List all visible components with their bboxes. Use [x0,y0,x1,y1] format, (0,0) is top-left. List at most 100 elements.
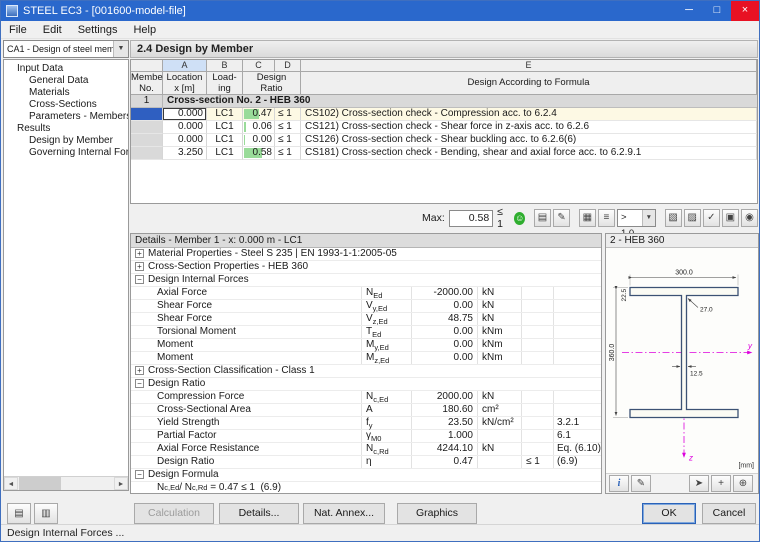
menu-help[interactable]: Help [125,21,164,39]
crosshair-button[interactable]: + [711,475,731,492]
maximize-button[interactable]: □ [703,1,731,21]
toggle-tables-button[interactable]: ▥ [34,503,58,524]
info-button[interactable]: i [609,475,629,492]
details-section-cs-properties: + Cross-Section Properties - HEB 360 [131,261,601,274]
symbol: fy [361,417,411,429]
scroll-right-button[interactable]: ► [114,477,128,490]
cell-loading[interactable]: LC1 [207,108,243,121]
row-selector[interactable] [131,134,163,147]
zoom-button[interactable]: ⊕ [733,475,753,492]
row-selector[interactable] [131,121,163,134]
close-button[interactable]: × [731,1,759,21]
scroll-left-button[interactable]: ◄ [4,477,18,490]
minimize-button[interactable]: ─ [675,1,703,21]
row-selector[interactable] [131,147,163,160]
cell-ratio[interactable]: 0.58 [243,147,275,160]
section-view-title: 2 - HEB 360 [606,234,758,248]
group-row[interactable]: 1 Cross-section No. 2 - HEB 360 [131,95,757,108]
cell-loading[interactable]: LC1 [207,147,243,160]
tree-parameters-members[interactable]: Parameters - Members [4,111,128,123]
column-e[interactable]: E [301,60,757,72]
nat-annex-button[interactable]: Nat. Annex... [303,503,385,524]
tree-cross-sections[interactable]: Cross-Sections [4,99,128,111]
column-c[interactable]: C [243,60,275,72]
details-section-design-ratio: − Design Ratio [131,378,601,391]
detail-row: Axial Force Resistance Nc,Rd 4244.10 kN … [131,443,601,456]
section-view-panel: 2 - HEB 360 y z [605,233,759,494]
navigation-panel: Input Data General Data Materials Cross-… [3,59,129,491]
tree-input-data[interactable]: Input Data [4,63,128,75]
table-row: 0.000 LC1 0.47 ≤ 1 CS102) Cross-section … [131,108,757,121]
expand-icon[interactable]: + [135,366,144,375]
cell-formula[interactable]: CS126) Cross-section check - Shear buckl… [301,134,757,147]
collapse-icon[interactable]: − [135,379,144,388]
cell-location[interactable]: 0.000 [163,134,207,147]
stamp-button[interactable]: ✎ [631,475,651,492]
section-drawing[interactable]: y z 300.0 360.0 22.5 27.0 [606,248,758,473]
chevron-down-icon[interactable]: ▼ [113,41,128,57]
cell-location[interactable]: 0.000 [163,121,207,134]
ok-button[interactable]: OK [642,503,696,524]
cell-ratio[interactable]: 0.06 [243,121,275,134]
details-title: Details - Member 1 - x: 0.000 m - LC1 [131,234,601,248]
tree-general-data[interactable]: General Data [4,75,128,87]
menu-edit[interactable]: Edit [35,21,70,39]
detail-row: Yield Strength fy 23.50 kN/cm² 3.2.1 [131,417,601,430]
dim-web: 12.5 [690,371,703,378]
ratio-filter-combo[interactable]: > 1,0 ▼ [617,209,656,227]
cancel-button[interactable]: Cancel [702,503,756,524]
column-d[interactable]: D [275,60,301,72]
toggle-navigator-button[interactable]: ▤ [7,503,31,524]
cell-condition: ≤ 1 [275,134,301,147]
grid-icon-button[interactable]: ▣ [722,209,739,227]
design-formula-row: Nc,Ed / Nc,Rd = 0.47 ≤ 1 (6.9) [131,482,601,494]
cell-ratio[interactable]: 0.00 [243,134,275,147]
pencil-icon-button[interactable]: ✎ [553,209,570,227]
cell-formula[interactable]: CS121) Cross-section check - Shear force… [301,121,757,134]
menu-settings[interactable]: Settings [70,21,126,39]
app-icon [6,5,18,17]
column-b[interactable]: B [207,60,243,72]
collapse-icon[interactable]: − [135,275,144,284]
header-loading: Load-ing [207,72,243,95]
max-condition: ≤ 1 [497,206,509,230]
detail-row: Design Ratio η 0.47 ≤ 1 (6.9) [131,456,601,469]
eye-icon-button[interactable]: ◉ [741,209,758,227]
sheet-icon-button[interactable]: ▤ [534,209,551,227]
title-bar: STEEL EC3 - [001600-model-file] ─ □ × [1,1,759,21]
expand-icon[interactable]: + [135,262,144,271]
check-icon-button[interactable]: ✓ [703,209,720,227]
expand-icon[interactable]: + [135,249,144,258]
scroll-thumb[interactable] [19,477,61,490]
chevron-down-icon[interactable]: ▼ [642,210,655,226]
menu-file[interactable]: File [1,21,35,39]
page-title: 2.4 Design by Member [130,40,758,58]
design-case-combo[interactable]: CA1 - Design of steel members ▼ [3,40,129,58]
detail-row: Shear Force Vy,Ed 0.00 kN [131,300,601,313]
nav-hscrollbar[interactable]: ◄ ► [4,476,128,490]
list-icon-button[interactable]: ≡ [598,209,615,227]
symbol: η [361,456,411,468]
pointer-button[interactable]: ➤ [689,475,709,492]
cell-formula[interactable]: CS102) Cross-section check - Compression… [301,108,757,121]
cell-location[interactable]: 3.250 [163,147,207,160]
hatch2-icon-button[interactable]: ▨ [684,209,701,227]
table-icon-button[interactable]: ▦ [579,209,596,227]
tree-governing-forces[interactable]: Governing Internal Forces by M [4,147,128,159]
cell-loading[interactable]: LC1 [207,134,243,147]
column-a[interactable]: A [163,60,207,72]
tree-design-by-member[interactable]: Design by Member [4,135,128,147]
collapse-icon[interactable]: − [135,470,144,479]
tree-results[interactable]: Results [4,123,128,135]
details-button[interactable]: Details... [219,503,299,524]
cell-loading[interactable]: LC1 [207,121,243,134]
cell-location[interactable]: 0.000 [163,108,207,121]
table-row: 0.000 LC1 0.06 ≤ 1 CS121) Cross-section … [131,121,757,134]
cell-ratio[interactable]: 0.47 [243,108,275,121]
cell-formula[interactable]: CS181) Cross-section check - Bending, sh… [301,147,757,160]
ratio-bar [244,122,246,132]
tree-materials[interactable]: Materials [4,87,128,99]
hatch-icon-button[interactable]: ▧ [665,209,682,227]
graphics-button[interactable]: Graphics [397,503,477,524]
row-selector[interactable] [131,108,163,121]
